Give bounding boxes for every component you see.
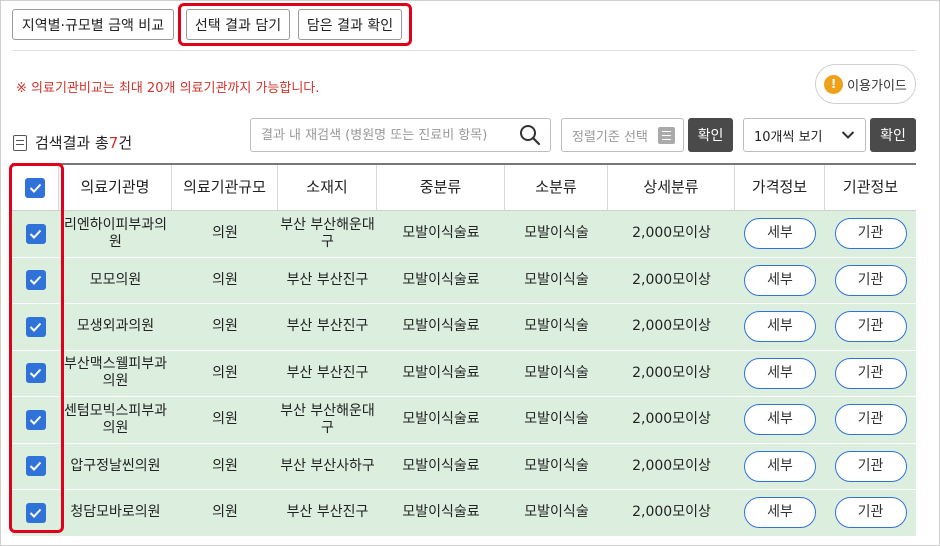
sub-category: 모발이식술 — [524, 271, 589, 288]
institution-name: 리엔하이피부과의원 — [63, 216, 168, 250]
result-suffix: 건 — [118, 134, 133, 152]
per-page-select[interactable]: 10개씩 보기 — [743, 118, 866, 152]
header-name: 의료기관명 — [59, 165, 172, 210]
institution-size: 의원 — [212, 411, 238, 428]
price-detail-button[interactable]: 세부 — [744, 311, 816, 343]
institution-location: 부산 부산해운대구 — [280, 216, 375, 250]
institution-size: 의원 — [212, 225, 238, 242]
table-body: 리엔하이피부과의원 의원 부산 부산해운대구 모발이식술료 모발이식술 2,00… — [12, 211, 916, 537]
list-icon — [658, 126, 675, 144]
per-page-confirm-button[interactable]: 확인 — [870, 118, 916, 152]
institution-location: 부산 부산진구 — [286, 364, 369, 381]
sort-confirm-button[interactable]: 확인 — [688, 118, 733, 152]
table-row: 부산맥스웰피부과의원 의원 부산 부산진구 모발이식술료 모발이식술 2,000… — [12, 350, 916, 397]
institution-name: 모생외과의원 — [76, 318, 155, 335]
price-detail-button[interactable]: 세부 — [744, 218, 816, 250]
institution-location: 부산 부산해운대구 — [280, 402, 375, 436]
detail-category: 2,000모이상 — [632, 457, 711, 474]
institution-info-button[interactable]: 기관 — [834, 497, 907, 529]
result-prefix: 검색결과 총 — [35, 134, 109, 152]
table-row: 리엔하이피부과의원 의원 부산 부산해운대구 모발이식술료 모발이식술 2,00… — [12, 211, 916, 258]
institution-location: 부산 부산진구 — [286, 504, 369, 521]
institution-location: 부산 부산진구 — [286, 271, 369, 288]
results-table: 의료기관명 의료기관규모 소재지 중분류 소분류 상세분류 가격정보 기관정보 … — [12, 163, 916, 537]
price-detail-button[interactable]: 세부 — [744, 404, 816, 436]
header-sub-category: 소분류 — [505, 165, 608, 210]
sub-category: 모발이식술 — [524, 225, 589, 242]
detail-category: 2,000모이상 — [632, 411, 711, 428]
institution-name: 청담모바로의원 — [70, 504, 161, 521]
highlight-box-checkboxes — [9, 163, 64, 533]
mid-category: 모발이식술료 — [402, 411, 480, 428]
institution-size: 의원 — [212, 318, 238, 335]
institution-size: 의원 — [212, 457, 238, 474]
table-row: 모모의원 의원 부산 부산진구 모발이식술료 모발이식술 2,000모이상 세부… — [12, 257, 916, 304]
institution-info-button[interactable]: 기관 — [834, 450, 907, 482]
detail-category: 2,000모이상 — [632, 364, 711, 381]
institution-name: 모모의원 — [89, 271, 142, 288]
price-detail-button[interactable]: 세부 — [744, 264, 816, 296]
institution-info-button[interactable]: 기관 — [834, 311, 907, 343]
mid-category: 모발이식술료 — [402, 271, 480, 288]
price-detail-button[interactable]: 세부 — [744, 357, 816, 389]
sub-category: 모발이식술 — [524, 411, 589, 428]
table-header: 의료기관명 의료기관규모 소재지 중분류 소분류 상세분류 가격정보 기관정보 — [12, 165, 916, 211]
institution-info-button[interactable]: 기관 — [834, 404, 907, 436]
institution-info-button[interactable]: 기관 — [834, 357, 907, 389]
sort-placeholder: 정렬기준 선택 — [572, 129, 648, 145]
detail-category: 2,000모이상 — [632, 271, 711, 288]
table-row: 청담모바로의원 의원 부산 부산진구 모발이식술료 모발이식술 2,000모이상… — [12, 490, 916, 537]
guide-label: 이용가이드 — [847, 78, 907, 94]
price-detail-button[interactable]: 세부 — [744, 497, 816, 529]
institution-name: 부산맥스웰피부과의원 — [63, 356, 168, 390]
table-row: 센텀모빅스피부과의원 의원 부산 부산해운대구 모발이식술료 모발이식술 2,0… — [12, 397, 916, 444]
region-compare-button[interactable]: 지역별·규모별 금액 비교 — [12, 9, 174, 40]
per-page-value: 10개씩 보기 — [754, 129, 823, 145]
result-count: 검색결과 총7건 — [13, 132, 132, 153]
header-price-info: 가격정보 — [735, 165, 825, 210]
mid-category: 모발이식술료 — [402, 225, 480, 242]
detail-category: 2,000모이상 — [632, 318, 711, 335]
header-location: 소재지 — [278, 165, 377, 210]
document-icon — [13, 134, 27, 151]
institution-size: 의원 — [212, 271, 238, 288]
chevron-down-icon — [841, 131, 855, 139]
notice-text: ※ 의료기관비교는 최대 20개 의료기관까지 가능합니다. — [16, 81, 320, 96]
price-detail-button[interactable]: 세부 — [744, 450, 816, 482]
header-size: 의료기관규모 — [172, 165, 278, 210]
institution-name: 압구정날씬의원 — [70, 457, 161, 474]
header-mid-category: 중분류 — [377, 165, 505, 210]
search-input[interactable] — [251, 119, 510, 151]
search-box — [250, 118, 551, 152]
mid-category: 모발이식술료 — [402, 364, 480, 381]
detail-category: 2,000모이상 — [632, 504, 711, 521]
mid-category: 모발이식술료 — [402, 457, 480, 474]
institution-size: 의원 — [212, 504, 238, 521]
institution-info-button[interactable]: 기관 — [834, 264, 907, 296]
exclamation-icon: ! — [824, 74, 844, 94]
header-detail-category: 상세분류 — [608, 165, 735, 210]
table-row: 압구정날씬의원 의원 부산 부산사하구 모발이식술료 모발이식술 2,000모이… — [12, 443, 916, 490]
sub-category: 모발이식술 — [524, 318, 589, 335]
detail-category: 2,000모이상 — [632, 225, 711, 242]
result-count-number: 7 — [108, 133, 119, 152]
divider — [12, 50, 916, 51]
table-row: 모생외과의원 의원 부산 부산진구 모발이식술료 모발이식술 2,000모이상 … — [12, 304, 916, 351]
institution-location: 부산 부산진구 — [286, 318, 369, 335]
guide-button[interactable]: ! 이용가이드 — [815, 64, 916, 104]
highlight-box-top — [178, 3, 412, 46]
header-institution-info: 기관정보 — [842, 178, 899, 196]
mid-category: 모발이식술료 — [402, 504, 480, 521]
institution-info-button[interactable]: 기관 — [834, 218, 907, 250]
sub-category: 모발이식술 — [524, 364, 589, 381]
institution-size: 의원 — [212, 364, 238, 381]
sub-category: 모발이식술 — [524, 504, 589, 521]
institution-name: 센텀모빅스피부과의원 — [63, 402, 168, 436]
institution-location: 부산 부산사하구 — [280, 457, 375, 474]
mid-category: 모발이식술료 — [402, 318, 480, 335]
search-icon[interactable] — [510, 119, 550, 151]
sort-select[interactable]: 정렬기준 선택 — [561, 118, 684, 152]
sub-category: 모발이식술 — [524, 457, 589, 474]
